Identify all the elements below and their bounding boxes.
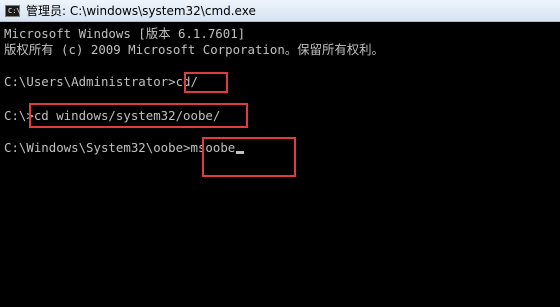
console-area[interactable]: Microsoft Windows [版本 6.1.7601] 版权所有 (c)… bbox=[0, 22, 560, 307]
console-line-copyright: 版权所有 (c) 2009 Microsoft Corporation。保留所有… bbox=[4, 42, 384, 57]
window-titlebar[interactable]: C:\ 管理员: C:\windows\system32\cmd.exe bbox=[0, 0, 560, 22]
highlight-box-cd-oobe bbox=[29, 103, 248, 128]
console-line-cd-root: C:\Users\Administrator>cd/ bbox=[4, 74, 198, 89]
window-title: 管理员: C:\windows\system32\cmd.exe bbox=[26, 4, 256, 18]
cmd-icon: C:\ bbox=[5, 4, 21, 17]
console-line-msoobe: C:\Windows\System32\oobe>msoobe bbox=[4, 140, 236, 155]
highlight-box-msoobe bbox=[202, 137, 296, 177]
console-line-version: Microsoft Windows [版本 6.1.7601] bbox=[4, 26, 246, 41]
highlight-box-cd-root bbox=[184, 72, 228, 93]
